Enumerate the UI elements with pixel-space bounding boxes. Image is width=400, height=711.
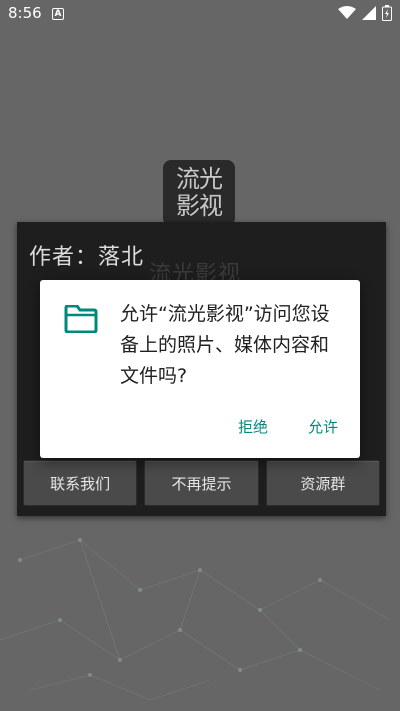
contact-us-button[interactable]: 联系我们 xyxy=(23,460,138,506)
battery-icon xyxy=(382,5,392,21)
network-pattern-background xyxy=(0,538,391,701)
resource-group-button[interactable]: 资源群 xyxy=(265,460,380,506)
status-bar: 8:56 A xyxy=(0,0,400,28)
status-time: 8:56 xyxy=(8,4,42,22)
wifi-icon xyxy=(338,6,356,19)
permission-actions: 拒绝 允许 xyxy=(238,416,338,437)
folder-icon xyxy=(64,305,98,333)
status-icons xyxy=(338,5,392,21)
permission-message: 允许“流光影视”访问您设备上的照片、媒体内容和文件吗? xyxy=(120,303,330,387)
signal-icon xyxy=(362,6,376,20)
deny-button[interactable]: 拒绝 xyxy=(238,416,268,437)
app-logo-text: 流光影视 xyxy=(176,165,223,220)
permission-dialog: 允许“流光影视”访问您设备上的照片、媒体内容和文件吗? 拒绝 允许 xyxy=(40,280,360,458)
notice-button-row: 联系我们 不再提示 资源群 xyxy=(23,460,380,508)
notice-title: 作者：落北 xyxy=(29,245,145,270)
a-icon: A xyxy=(52,8,64,20)
dont-show-again-button[interactable]: 不再提示 xyxy=(144,460,259,506)
app-logo: 流光影视 xyxy=(163,160,235,226)
allow-button[interactable]: 允许 xyxy=(308,416,338,437)
